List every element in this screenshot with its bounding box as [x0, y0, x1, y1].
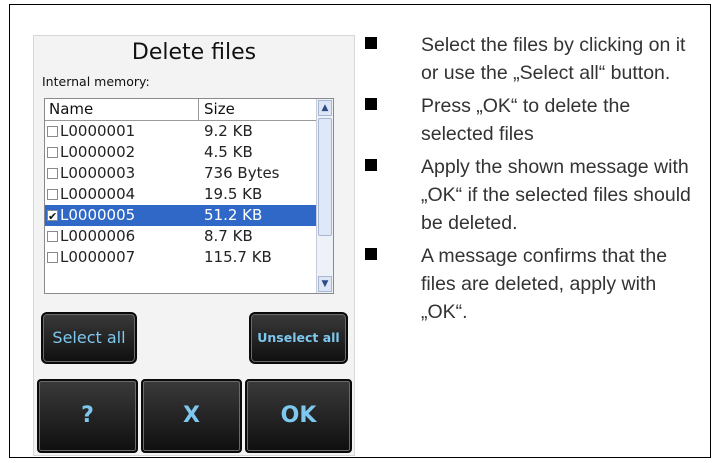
instruction-text: Apply the shown message with „OK“ if the…: [421, 156, 691, 234]
list-item[interactable]: L0000007 115.7 KB: [45, 247, 317, 268]
ok-button[interactable]: OK: [245, 379, 352, 453]
file-size: 51.2 KB: [204, 206, 263, 224]
file-name: L0000007: [60, 248, 136, 266]
list-item[interactable]: L0000001 9.2 KB: [45, 121, 317, 142]
storage-label: Internal memory:: [42, 74, 150, 89]
square-bullet-icon: [365, 248, 377, 260]
file-size: 8.7 KB: [204, 227, 253, 245]
file-size: 9.2 KB: [204, 122, 253, 140]
chevron-up-icon: ▲: [321, 103, 329, 113]
instruction-item: Select the files by clicking on it or us…: [365, 31, 695, 87]
file-size: 19.5 KB: [204, 185, 263, 203]
instruction-text: A message confirms that the files are de…: [421, 245, 668, 323]
file-list[interactable]: Name Size L0000001 9.2 KB L0000002 4.5 K…: [44, 98, 334, 294]
help-button[interactable]: ?: [37, 379, 138, 453]
list-item[interactable]: L0000002 4.5 KB: [45, 142, 317, 163]
scroll-up-button[interactable]: ▲: [318, 100, 332, 116]
square-bullet-icon: [365, 37, 377, 49]
file-checkbox[interactable]: [47, 168, 58, 179]
figure-frame: Delete files Internal memory: Name Size …: [9, 4, 711, 458]
scrollbar-thumb[interactable]: [318, 118, 332, 236]
file-name: L0000002: [60, 143, 136, 161]
list-item-selected[interactable]: L0000005 51.2 KB: [45, 205, 317, 227]
instruction-text: Press „OK“ to delete the selected files: [421, 95, 631, 145]
file-size: 736 Bytes: [204, 164, 280, 182]
delete-files-dialog: Delete files Internal memory: Name Size …: [33, 35, 355, 456]
file-name: L0000006: [60, 227, 136, 245]
instruction-item: Press „OK“ to delete the selected files: [365, 92, 695, 148]
list-item[interactable]: L0000006 8.7 KB: [45, 226, 317, 247]
list-scrollbar[interactable]: ▲ ▼: [316, 99, 333, 293]
dialog-title: Delete files: [131, 40, 257, 65]
cancel-button[interactable]: X: [141, 379, 242, 453]
file-checkbox[interactable]: [47, 252, 58, 263]
list-item[interactable]: L0000003 736 Bytes: [45, 163, 317, 184]
instruction-item: Apply the shown message with „OK“ if the…: [365, 153, 695, 237]
file-name: L0000004: [60, 185, 136, 203]
file-name: L0000001: [60, 122, 136, 140]
scroll-down-button[interactable]: ▼: [318, 276, 332, 292]
select-all-button[interactable]: Select all: [41, 312, 137, 364]
list-header: Name Size: [45, 99, 317, 121]
instruction-list: Select the files by clicking on it or us…: [365, 31, 695, 331]
file-size: 4.5 KB: [204, 143, 253, 161]
square-bullet-icon: [365, 159, 377, 171]
file-checkbox-checked[interactable]: [47, 206, 58, 227]
file-name: L0000005: [60, 205, 136, 226]
unselect-all-button[interactable]: Unselect all: [249, 312, 348, 364]
file-checkbox[interactable]: [47, 189, 58, 200]
file-checkbox[interactable]: [47, 231, 58, 242]
instruction-text: Select the files by clicking on it or us…: [421, 34, 686, 84]
file-checkbox[interactable]: [47, 126, 58, 137]
file-checkbox[interactable]: [47, 147, 58, 158]
file-rows: L0000001 9.2 KB L0000002 4.5 KB L0000003…: [45, 121, 317, 268]
square-bullet-icon: [365, 98, 377, 110]
column-header-size[interactable]: Size: [199, 99, 317, 120]
list-item[interactable]: L0000004 19.5 KB: [45, 184, 317, 205]
instruction-item: A message confirms that the files are de…: [365, 242, 695, 326]
file-name: L0000003: [60, 164, 136, 182]
chevron-down-icon: ▼: [321, 279, 329, 289]
column-header-name[interactable]: Name: [45, 99, 199, 120]
file-size: 115.7 KB: [204, 248, 272, 266]
